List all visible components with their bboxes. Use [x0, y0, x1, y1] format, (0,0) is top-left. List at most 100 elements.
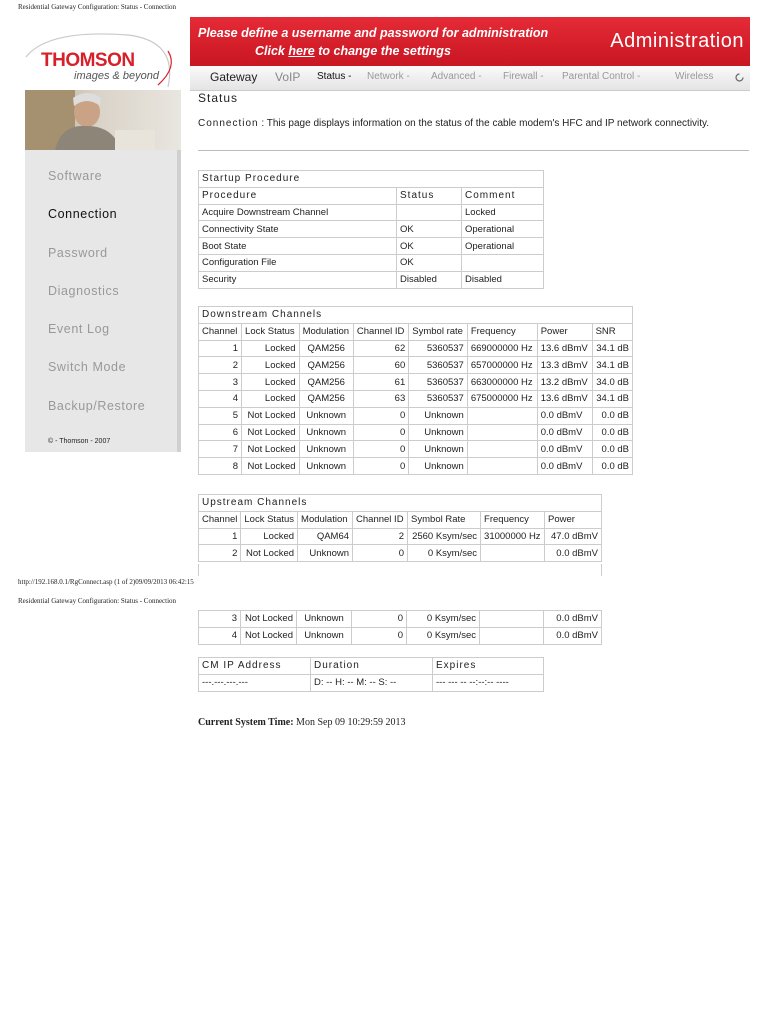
table-cell: QAM256	[298, 339, 354, 358]
nav-advanced[interactable]: Advanced -	[431, 71, 482, 82]
table-cell: 8	[197, 457, 243, 475]
table-cell: Unknown	[297, 544, 354, 563]
description-label: Connection	[198, 118, 259, 129]
table-cell: 0	[352, 440, 410, 459]
table-cell: Not Locked	[241, 457, 300, 475]
description-separator: :	[261, 118, 265, 129]
admin-banner: Please define a username and password fo…	[190, 17, 750, 66]
sidebar-item-diagnostics[interactable]: Diagnostics	[48, 284, 119, 298]
table-row: 2 Not Locked Unknown 0 0 Ksym/sec 0.0 dBmV	[197, 544, 602, 563]
nav-gateway[interactable]: Gateway	[210, 70, 257, 84]
sidebar-item-event-log[interactable]: Event Log	[48, 322, 110, 336]
sidebar-item-software[interactable]: Software	[48, 169, 102, 183]
table-cell: Not Locked	[240, 610, 297, 628]
table-cell: QAM64	[297, 527, 354, 546]
table-header: Modulation	[298, 322, 354, 341]
table-cell: Unknown	[298, 457, 354, 475]
table-cell: Configuration File	[198, 253, 397, 272]
table-cell: 0	[352, 406, 410, 425]
banner-change-text: to change the settings	[314, 44, 451, 58]
table-cell: 47.0 dBmV	[544, 527, 602, 546]
startup-procedure-table: Startup Procedure Procedure Status Comme…	[198, 170, 544, 289]
table-cell: 6	[197, 423, 243, 442]
table-cell: 663000000 Hz	[466, 373, 538, 391]
table-cell: Locked	[461, 203, 544, 222]
table-cell: 5	[197, 406, 243, 425]
logo-title: THOMSON	[41, 50, 135, 71]
sidebar-item-backup-restore[interactable]: Backup/Restore	[48, 399, 145, 413]
table-header: Lock Status	[240, 510, 299, 529]
table-cell: 0.0 dBmV	[536, 440, 593, 459]
table-cell: OK	[396, 253, 462, 272]
table-header: Channel	[197, 510, 242, 529]
table-header: Procedure	[198, 186, 397, 205]
sidebar-item-switch-mode[interactable]: Switch Mode	[48, 360, 126, 374]
banner-here-link[interactable]: here	[288, 44, 314, 58]
table-header: Channel ID	[352, 322, 410, 341]
table-cell: OK	[396, 220, 462, 239]
divider	[198, 150, 749, 151]
table-cell: Locked	[241, 373, 300, 391]
table-cell: 0.0 dBmV	[543, 626, 602, 645]
sidebar-item-connection[interactable]: Connection	[48, 207, 117, 221]
table-row: ---.---.---.--- D: -- H: -- M: -- S: -- …	[198, 673, 544, 692]
header-photo	[25, 90, 181, 150]
refresh-icon[interactable]	[734, 72, 745, 83]
table-cell: Unknown	[408, 440, 468, 459]
nav-parental-control[interactable]: Parental Control -	[562, 71, 640, 82]
person-photo-icon	[25, 90, 155, 150]
system-time-value: Mon Sep 09 10:29:59 2013	[293, 717, 406, 728]
table-row: Security Disabled Disabled	[198, 270, 544, 289]
table-cell: Locked	[240, 527, 299, 546]
cm-ip-table: CM IP Address Duration Expires ---.---.-…	[198, 657, 544, 692]
table-cell: 62	[352, 339, 410, 358]
table-cell: Locked	[241, 356, 300, 375]
table-cell: 34.0 dB	[591, 373, 634, 391]
table-cell: 0.0 dBmV	[543, 610, 602, 628]
table-cell: 0.0 dBmV	[544, 544, 602, 563]
print-page-header-2: Residential Gateway Configuration: Statu…	[18, 597, 177, 605]
table-row: 6 Not Locked Unknown 0 Unknown 0.0 dBmV 0.0 dB	[197, 423, 634, 442]
sidebar-item-password[interactable]: Password	[48, 246, 108, 260]
table-caption: Downstream Channels	[198, 306, 633, 324]
table-row: Configuration File OK	[198, 253, 544, 272]
table-row: 8 Not Locked Unknown 0 Unknown 0.0 dBmV 0.0 dB	[197, 457, 634, 475]
description-text: This page displays information on the st…	[266, 118, 710, 129]
table-row: 3 Not Locked Unknown 0 0 Ksym/sec 0.0 dBmV	[198, 610, 602, 628]
table-cell: 7	[197, 440, 243, 459]
table-cell: Connectivity State	[198, 220, 397, 239]
table-cell: 0.0 dBmV	[536, 406, 593, 425]
nav-firewall[interactable]: Firewall -	[503, 71, 544, 82]
table-row: Connectivity State OK Operational	[198, 220, 544, 239]
table-cell: 34.1 dB	[591, 339, 634, 358]
table-row: 1 Locked QAM256 62 5360537 669000000 Hz 13.6 d…	[197, 339, 634, 358]
table-cell: 0	[352, 457, 410, 475]
copyright: © - Thomson - 2007	[48, 438, 111, 445]
table-cell: Operational	[461, 237, 544, 255]
table-cell: Unknown	[408, 406, 468, 425]
table-header: Symbol rate	[408, 322, 468, 341]
table-row: 7 Not Locked Unknown 0 Unknown 0.0 dBmV 0.0 dB	[197, 440, 634, 459]
table-cell: Locked	[241, 339, 300, 358]
table-cell: Locked	[241, 389, 300, 408]
nav-status[interactable]: Status -	[317, 71, 351, 82]
table-cell: 63	[352, 389, 410, 408]
table-cell: 3	[197, 373, 243, 391]
top-nav: Gateway VoIP Status - Network - Advanced…	[190, 66, 750, 91]
table-cell: 0	[352, 423, 410, 442]
nav-voip[interactable]: VoIP	[275, 70, 300, 84]
table-cell: Boot State	[198, 237, 397, 255]
table-cell: 31000000 Hz	[480, 527, 546, 546]
table-cell: Security	[198, 270, 397, 289]
lease-expires: --- --- -- --:--:-- ----	[432, 673, 544, 692]
table-cell: 3	[198, 610, 241, 628]
nav-network[interactable]: Network -	[367, 71, 410, 82]
table-cell: 5360537	[408, 373, 468, 391]
page-title: Status	[198, 91, 239, 105]
table-cell: Unknown	[298, 440, 354, 459]
table-cell	[461, 253, 544, 272]
nav-wireless[interactable]: Wireless	[675, 71, 713, 82]
table-cell: 0.0 dBmV	[536, 423, 593, 442]
table-cell: Disabled	[461, 270, 544, 289]
table-cell: 0.0 dB	[591, 406, 634, 425]
